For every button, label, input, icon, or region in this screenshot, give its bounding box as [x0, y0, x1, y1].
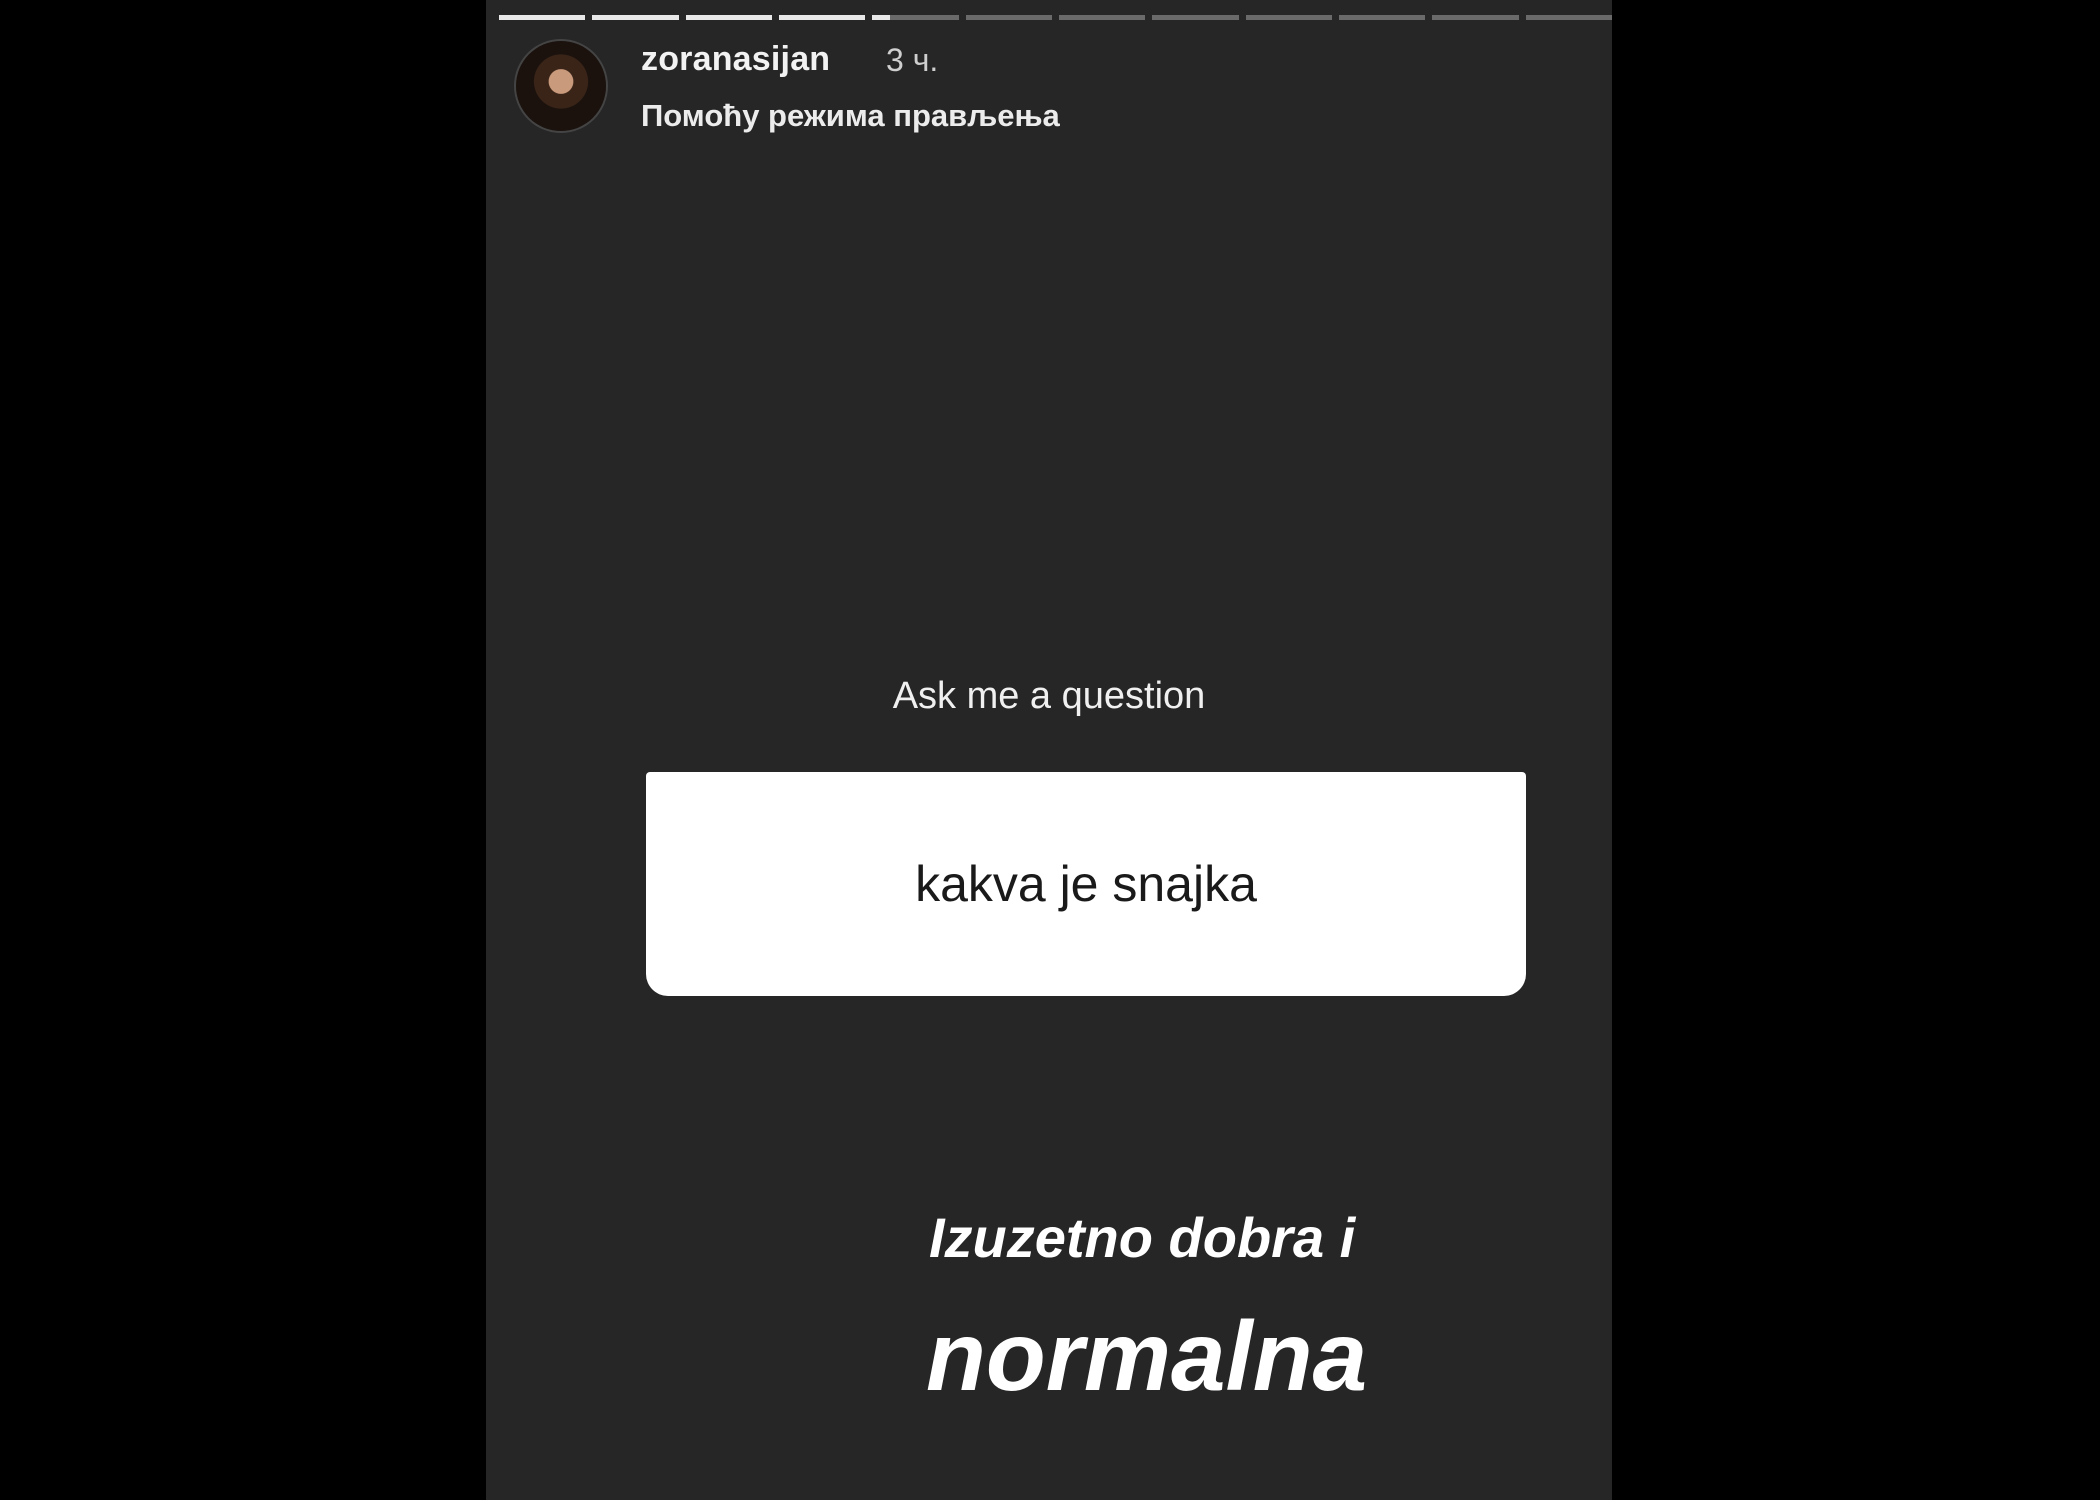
answer-text-line-2: normalna [926, 1301, 1368, 1411]
progress-segment [778, 15, 866, 20]
question-sticker-card[interactable]: kakva je snajka [646, 772, 1526, 996]
story-viewer[interactable]: zoranasijan 3 ч. Помоћу режима прављења … [486, 0, 1612, 1500]
progress-segment [1152, 15, 1239, 20]
progress-segment [1338, 15, 1426, 20]
username[interactable]: zoranasijan [641, 40, 830, 79]
progress-segment [872, 15, 959, 20]
story-subtitle: Помоћу режима прављења [641, 98, 1060, 133]
profile-avatar[interactable] [516, 41, 606, 131]
post-time: 3 ч. [886, 42, 939, 78]
progress-segment [1525, 15, 1612, 20]
progress-segment [965, 15, 1052, 20]
story-progress-bar [499, 15, 1612, 20]
progress-segment-fill [592, 15, 679, 20]
progress-segment [592, 15, 679, 20]
progress-segment [499, 15, 586, 20]
progress-segment-fill [499, 15, 586, 20]
progress-segment [1058, 15, 1146, 20]
progress-segment-fill [872, 15, 890, 20]
progress-segment [685, 15, 772, 20]
question-text: kakva je snajka [915, 856, 1257, 912]
answer-text-line-1: Izuzetno dobra i [929, 1206, 1356, 1269]
progress-segment [1432, 15, 1519, 20]
question-sticker-label: Ask me a question [892, 675, 1206, 717]
progress-segment-fill [778, 15, 866, 20]
progress-segment [1245, 15, 1332, 20]
progress-segment-fill [685, 15, 772, 20]
